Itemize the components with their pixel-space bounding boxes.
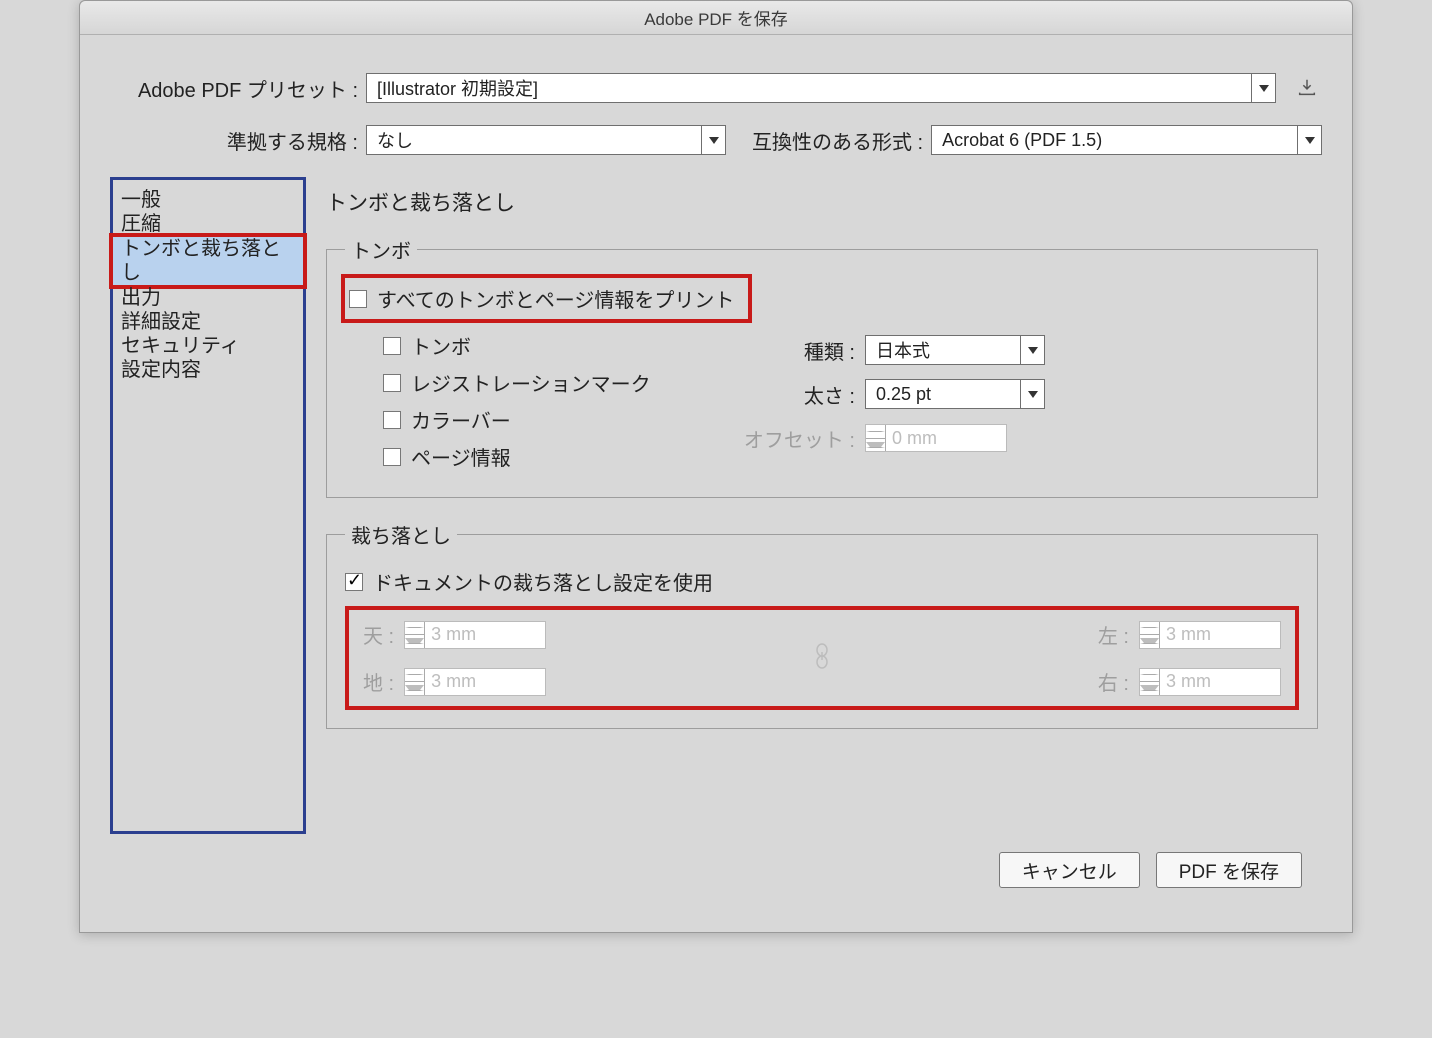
save-pdf-dialog: Adobe PDF を保存 Adobe PDF プリセット : [Illustr… [79,0,1353,933]
bleed-right-spinner [1139,668,1281,696]
chevron-down-icon [1297,126,1321,154]
mark-weight-value: 0.25 pt [866,384,1020,405]
category-sidebar: 一般 圧縮 トンボと裁ち落とし 出力 詳細設定 セキュリティ 設定内容 [110,177,306,834]
bleed-values-area: 天 : 地 : [345,606,1299,710]
sidebar-item-security[interactable]: セキュリティ [113,334,303,358]
sidebar-item-marks-bleed[interactable]: トンボと裁ち落とし [113,237,303,285]
save-pdf-button[interactable]: PDF を保存 [1156,852,1302,888]
compat-value: Acrobat 6 (PDF 1.5) [932,130,1297,151]
standard-select[interactable]: なし [366,125,726,155]
preset-label: Adobe PDF プリセット : [110,74,358,103]
mark-type-select[interactable]: 日本式 [865,335,1045,365]
link-bleed-icon [809,641,835,676]
bleed-group: 裁ち落とし ドキュメントの裁ち落とし設定を使用 天 : [326,520,1318,729]
preset-select[interactable]: [Illustrator 初期設定] [366,73,1276,103]
all-marks-checkbox[interactable] [349,290,367,308]
trim-marks-checkbox[interactable] [383,337,401,355]
dialog-titlebar: Adobe PDF を保存 [80,1,1352,35]
bleed-top-spinner [404,621,546,649]
use-doc-bleed-checkbox[interactable] [345,573,363,591]
standard-value: なし [367,127,701,153]
mark-type-value: 日本式 [866,337,1020,363]
save-preset-icon[interactable] [1292,73,1322,103]
bleed-left-input [1160,622,1280,648]
compat-select[interactable]: Acrobat 6 (PDF 1.5) [931,125,1322,155]
chevron-down-icon [1251,74,1275,102]
mark-type-label: 種類 : [743,336,855,365]
bleed-bottom-spinner [404,668,546,696]
registration-marks-checkbox[interactable] [383,374,401,392]
preset-value: [Illustrator 初期設定] [367,75,1251,101]
chevron-down-icon [1020,380,1044,408]
offset-spinner [865,424,1007,452]
marks-legend: トンボ [345,235,417,264]
use-doc-bleed-label: ドキュメントの裁ち落とし設定を使用 [373,567,713,596]
color-bars-checkbox[interactable] [383,411,401,429]
bleed-top-label: 天 : [363,620,394,649]
bleed-bottom-input [425,669,545,695]
chevron-down-icon [1020,336,1044,364]
registration-marks-label: レジストレーションマーク [411,368,651,397]
marks-group: トンボ すべてのトンボとページ情報をプリント トンボ レジストレーションマーク … [326,235,1318,498]
sidebar-item-output[interactable]: 出力 [113,286,303,310]
color-bars-label: カラーバー [411,405,511,434]
bleed-legend: 裁ち落とし [345,520,457,549]
bleed-left-label: 左 : [1098,620,1129,649]
trim-marks-label: トンボ [411,331,471,360]
offset-input [886,425,1006,451]
bleed-right-input [1160,669,1280,695]
mark-weight-label: 太さ : [743,380,855,409]
page-info-checkbox[interactable] [383,448,401,466]
dialog-title: Adobe PDF を保存 [644,5,788,30]
sidebar-item-general[interactable]: 一般 [113,188,303,212]
compat-label: 互換性のある形式 : [752,126,923,155]
bleed-left-spinner [1139,621,1281,649]
sidebar-item-advanced[interactable]: 詳細設定 [113,310,303,334]
all-marks-label: すべてのトンボとページ情報をプリント [377,284,734,313]
standard-label: 準拠する規格 : [110,126,358,155]
mark-weight-select[interactable]: 0.25 pt [865,379,1045,409]
bleed-right-label: 右 : [1098,667,1129,696]
page-info-label: ページ情報 [411,442,511,471]
offset-label: オフセット : [743,424,855,453]
panel-title: トンボと裁ち落とし [326,187,1318,217]
sidebar-item-summary[interactable]: 設定内容 [113,358,303,382]
chevron-down-icon [701,126,725,154]
bleed-top-input [425,622,545,648]
bleed-bottom-label: 地 : [363,667,394,696]
cancel-button[interactable]: キャンセル [999,852,1140,888]
